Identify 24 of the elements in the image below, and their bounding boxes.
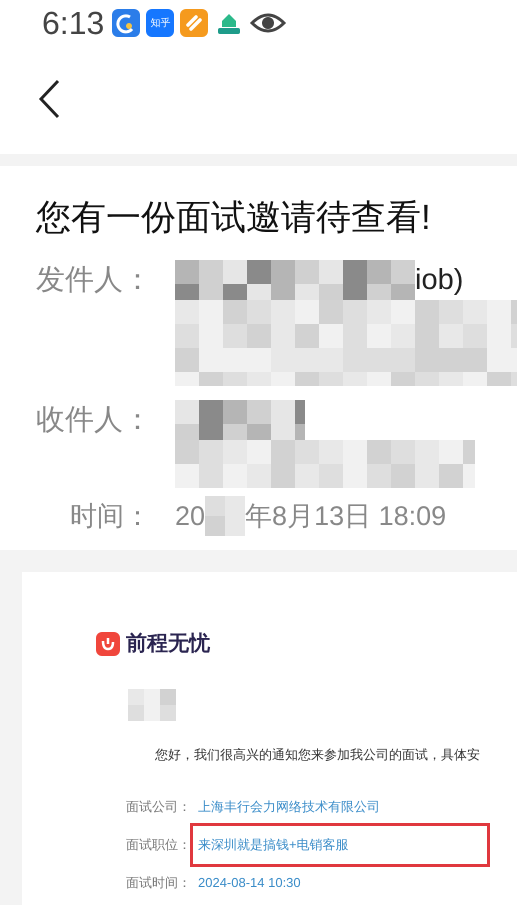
detail-label: 面试公司： <box>126 798 192 816</box>
detail-label: 面试时间： <box>126 874 192 892</box>
date-fragment: 20 <box>175 500 206 532</box>
logo-icon <box>96 632 120 656</box>
sent-date-time: 年8月13日 18:09 <box>245 500 446 532</box>
detail-value: 上海丰行会力网络技术有限公司 <box>198 798 380 814</box>
status-time: 6:13 <box>42 7 104 39</box>
redaction-mosaic <box>128 689 176 722</box>
logo-text: 前程无忧 <box>126 630 210 657</box>
recipient-label: 收件人： <box>36 402 153 438</box>
email-subject: 您有一份面试邀请待查看! <box>36 197 432 239</box>
app-icon <box>180 9 208 37</box>
app-icon <box>112 9 140 37</box>
zhihu-app-icon: 知乎 <box>146 9 174 37</box>
detail-label: 面试职位： <box>126 836 192 854</box>
redaction-mosaic <box>205 496 246 536</box>
time-label: 时间： <box>70 500 152 532</box>
sender-name-fragment: iob) <box>415 262 464 298</box>
detail-value: 来深圳就是搞钱+电销客服 <box>198 836 349 852</box>
sender-label: 发件人： <box>36 262 153 298</box>
eye-icon <box>250 11 286 35</box>
back-icon[interactable] <box>38 79 62 119</box>
detail-value: 2024-08-14 10:30 <box>198 874 301 890</box>
greeting-text: 您好，我们很高兴的通知您来参加我公司的面试，具体安 <box>154 746 481 764</box>
